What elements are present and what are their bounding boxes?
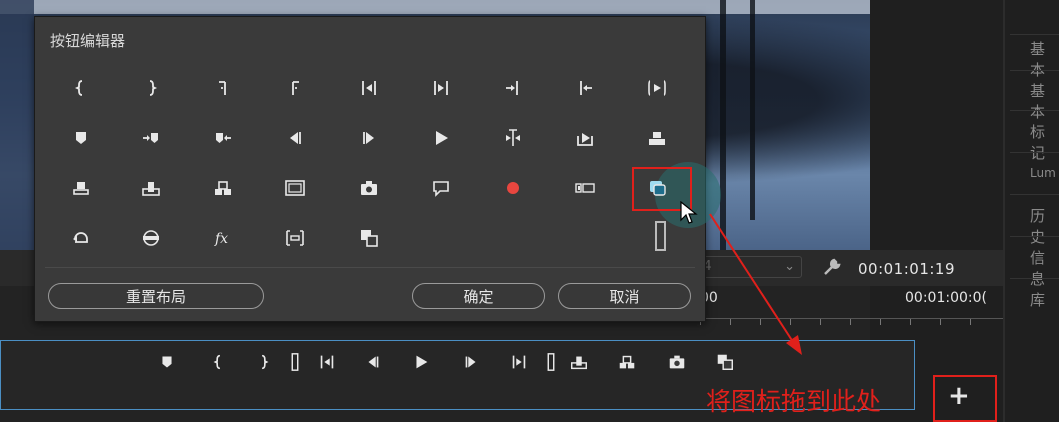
transport-insert-icon[interactable]	[565, 347, 593, 377]
lift-icon[interactable]	[637, 120, 677, 156]
transport-camera-icon[interactable]	[663, 347, 691, 377]
tree-trunk	[750, 0, 755, 220]
mark-clip-start-icon[interactable]	[275, 70, 315, 106]
drag-hint-label: 将图标拖到此处	[706, 387, 882, 416]
side-item-history[interactable]: 历史	[1030, 205, 1059, 247]
dialog-separator	[45, 267, 695, 268]
compare-view-icon[interactable]	[131, 220, 171, 256]
side-divider	[1010, 70, 1059, 71]
transport-spacer-icon[interactable]	[537, 347, 565, 377]
side-divider	[1010, 278, 1059, 279]
transport-mark-in-icon[interactable]	[205, 347, 233, 377]
ruler-timecode: 00:01:00:0(	[905, 290, 987, 306]
overwrite-icon[interactable]	[203, 170, 243, 206]
button-editor-dialog: 按钮编辑器 fx 重置布局 确定 取消	[34, 16, 721, 322]
extract-icon[interactable]	[61, 170, 101, 206]
playhead-timecode[interactable]: 00:01:01:19	[858, 260, 955, 278]
step-back-icon[interactable]	[275, 120, 315, 156]
go-to-next-edit-icon[interactable]	[493, 70, 533, 106]
time-ruler[interactable]	[690, 318, 1003, 327]
reset-layout-button[interactable]: 重置布局	[48, 283, 264, 309]
overlay-icon[interactable]	[349, 220, 389, 256]
side-divider	[1010, 236, 1059, 237]
wrench-icon[interactable]	[822, 257, 842, 277]
go-to-prev-edit-icon[interactable]	[565, 70, 605, 106]
resolution-dropdown[interactable]: /4 ⌄	[690, 256, 802, 278]
transport-spacer-icon[interactable]	[281, 347, 309, 377]
safe-margins-icon[interactable]	[275, 170, 315, 206]
transport-go-to-in-icon[interactable]	[313, 347, 341, 377]
side-item-basic[interactable]: 基本	[1030, 38, 1059, 80]
side-divider	[1010, 34, 1059, 35]
tree-trunk	[720, 0, 726, 250]
side-divider	[1010, 194, 1059, 195]
fx-icon[interactable]: fx	[203, 220, 243, 256]
cancel-button[interactable]: 取消	[558, 283, 691, 309]
transport-step-back-icon[interactable]	[359, 347, 387, 377]
chevron-down-icon: ⌄	[784, 259, 795, 274]
proxy-toggle-icon[interactable]	[275, 220, 315, 256]
camera-icon[interactable]	[349, 170, 389, 206]
spacer-slot[interactable]	[655, 221, 666, 251]
go-to-prev-marker-icon[interactable]	[203, 120, 243, 156]
transport-go-to-out-icon[interactable]	[505, 347, 533, 377]
transport-add-marker-icon[interactable]	[153, 347, 181, 377]
side-item-basic-2[interactable]: 基本	[1030, 80, 1059, 122]
transport-overlay-icon[interactable]	[711, 347, 739, 377]
dialog-title: 按钮编辑器	[50, 32, 126, 50]
export-frame-icon[interactable]	[565, 120, 605, 156]
step-forward-icon[interactable]	[349, 120, 389, 156]
transport-overwrite-icon[interactable]	[613, 347, 641, 377]
side-item-markers[interactable]: 标记	[1030, 121, 1059, 163]
play-in-to-out-icon[interactable]	[637, 70, 677, 106]
mark-clip-end-icon[interactable]	[203, 70, 243, 106]
trim-monitor-icon[interactable]	[493, 120, 533, 156]
building-reflection	[0, 0, 870, 14]
insert-icon[interactable]	[131, 170, 171, 206]
play-icon[interactable]	[421, 120, 461, 156]
mouse-cursor-icon	[680, 201, 698, 224]
side-item-info[interactable]: 信息	[1030, 247, 1059, 289]
transport-step-forward-icon[interactable]	[457, 347, 485, 377]
multi-camera-icon[interactable]	[565, 170, 605, 206]
add-marker-icon[interactable]	[61, 120, 101, 156]
comment-icon[interactable]	[421, 170, 461, 206]
go-to-next-marker-icon[interactable]	[131, 120, 171, 156]
side-item-lumetri[interactable]: Lum	[1030, 166, 1056, 180]
loop-icon[interactable]	[61, 220, 101, 256]
side-divider	[1010, 152, 1059, 153]
add-button[interactable]: +	[948, 381, 970, 411]
mark-out-icon[interactable]	[131, 70, 171, 106]
go-to-out-icon[interactable]	[421, 70, 461, 106]
svg-text:fx: fx	[214, 231, 228, 247]
go-to-in-icon[interactable]	[349, 70, 389, 106]
side-divider	[1010, 110, 1059, 111]
record-icon[interactable]	[493, 170, 533, 206]
transport-mark-out-icon[interactable]	[249, 347, 277, 377]
left-edge	[0, 0, 34, 250]
transport-play-icon[interactable]	[407, 347, 435, 377]
mark-in-icon[interactable]	[61, 70, 101, 106]
panel-divider[interactable]	[1003, 0, 1005, 422]
ok-button[interactable]: 确定	[412, 283, 545, 309]
side-item-libraries[interactable]: 库	[1030, 289, 1045, 310]
